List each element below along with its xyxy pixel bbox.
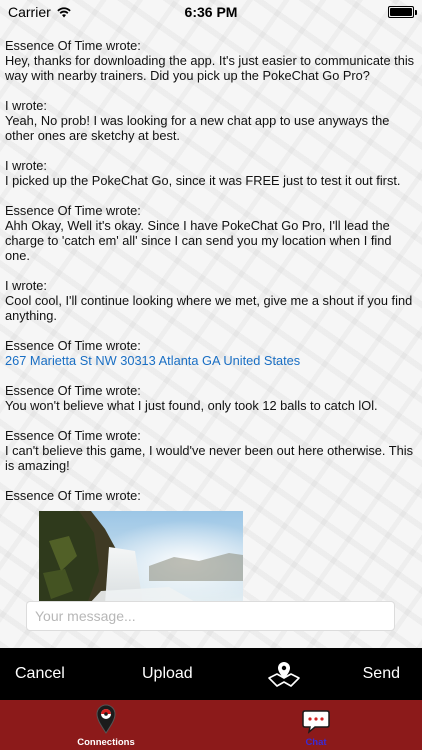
send-button[interactable]: Send: [363, 648, 400, 700]
message-item: Essence Of Time wrote: Ahh Okay, Well it…: [5, 203, 417, 263]
waterfall-image: [39, 511, 243, 604]
cancel-button[interactable]: Cancel: [15, 648, 65, 700]
waterfall-photo[interactable]: [39, 511, 243, 604]
message-item: Essence Of Time wrote: 267 Marietta St N…: [5, 338, 417, 368]
message-sender: Essence Of Time wrote:: [5, 203, 141, 218]
message-text: You won't believe what I just found, onl…: [5, 398, 378, 413]
tab-connections[interactable]: Connections: [70, 700, 142, 750]
message-sender: Essence Of Time wrote:: [5, 338, 141, 353]
action-bar: Cancel Upload Send: [0, 648, 422, 700]
status-left: Carrier: [8, 4, 71, 20]
map-pin-icon: [268, 662, 300, 687]
message-text: Ahh Okay, Well it's okay. Since I have P…: [5, 218, 392, 263]
status-bar: Carrier 6:36 PM: [0, 0, 422, 24]
upload-button[interactable]: Upload: [142, 648, 193, 700]
tab-bar: Connections Chat: [0, 700, 422, 750]
carrier-label: Carrier: [8, 4, 51, 20]
message-sender: Essence Of Time wrote:: [5, 38, 141, 53]
message-sender: Essence Of Time wrote:: [5, 488, 141, 503]
chat-log[interactable]: Essence Of Time wrote: Hey, thanks for d…: [0, 38, 422, 604]
message-text: I can't believe this game, I would've ne…: [5, 443, 413, 473]
message-sender: Essence Of Time wrote:: [5, 383, 141, 398]
message-item: I wrote: Yeah, No prob! I was looking fo…: [5, 98, 417, 143]
message-item: Essence Of Time wrote:: [5, 488, 417, 604]
message-item: Essence Of Time wrote: Hey, thanks for d…: [5, 38, 417, 83]
message-text: Hey, thanks for downloading the app. It'…: [5, 53, 415, 83]
share-location-button[interactable]: [266, 648, 302, 700]
message-text: Yeah, No prob! I was looking for a new c…: [5, 113, 390, 143]
message-text: Cool cool, I'll continue looking where w…: [5, 293, 413, 323]
tab-chat-label: Chat: [305, 737, 327, 748]
message-text: I picked up the PokeChat Go, since it wa…: [5, 173, 401, 188]
message-item: I wrote: I picked up the PokeChat Go, si…: [5, 158, 417, 188]
message-sender: I wrote:: [5, 158, 47, 173]
battery-icon: [388, 6, 417, 18]
message-sender: I wrote:: [5, 278, 47, 293]
message-sender: I wrote:: [5, 98, 47, 113]
wifi-icon: [57, 6, 71, 17]
location-pin-icon: [96, 704, 116, 734]
message-input[interactable]: [26, 601, 395, 631]
chat-bubble-icon: [302, 710, 330, 734]
message-sender: Essence Of Time wrote:: [5, 428, 141, 443]
location-link[interactable]: 267 Marietta St NW 30313 Atlanta GA Unit…: [5, 353, 417, 368]
message-item: Essence Of Time wrote: You won't believe…: [5, 383, 417, 413]
message-item: I wrote: Cool cool, I'll continue lookin…: [5, 278, 417, 323]
message-item: Essence Of Time wrote: I can't believe t…: [5, 428, 417, 473]
tab-chat[interactable]: Chat: [286, 700, 346, 750]
tab-connections-label: Connections: [77, 737, 135, 748]
